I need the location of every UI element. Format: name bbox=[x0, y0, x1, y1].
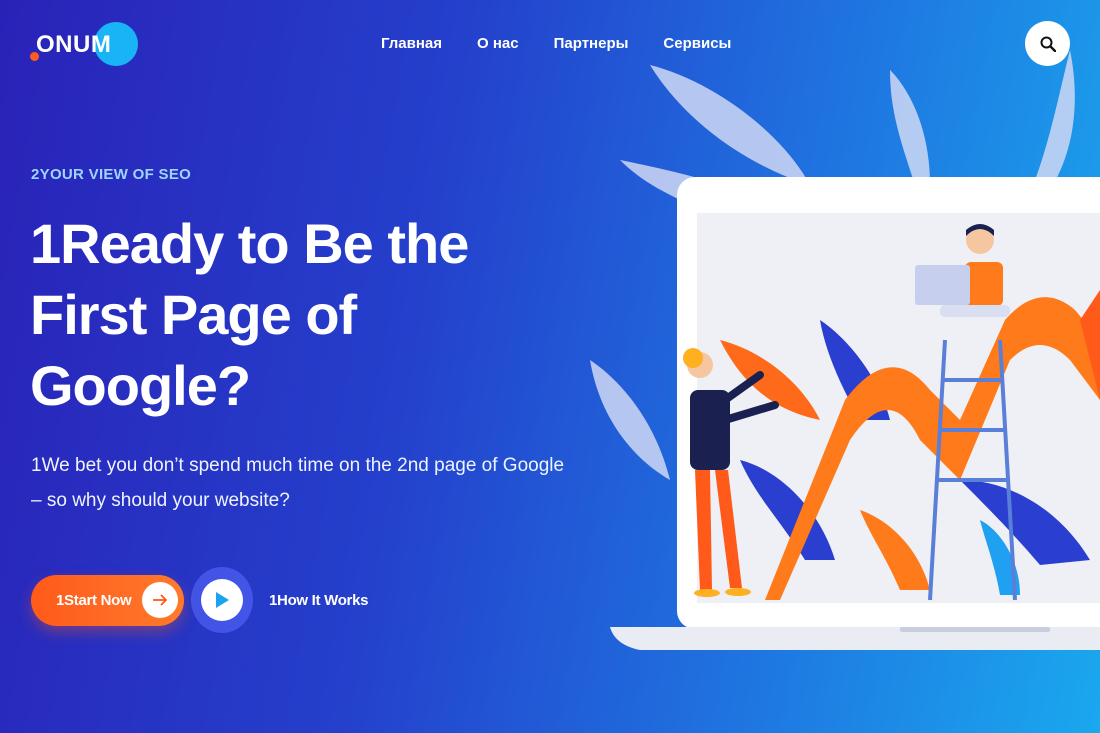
brand-name: ONUM bbox=[36, 31, 112, 58]
subtitle-line-1: 1We bet you don’t spend much time on the… bbox=[31, 455, 565, 476]
nav-item-home[interactable]: Главная bbox=[381, 35, 442, 52]
nav-item-about[interactable]: О нас bbox=[477, 35, 519, 52]
hero-headline: 1Ready to Be the First Page of Google? bbox=[30, 208, 550, 421]
start-now-label: 1Start Now bbox=[56, 592, 132, 609]
subtitle-line-2: – so why should your website? bbox=[31, 490, 290, 511]
hero-subtitle: 1We bet you don’t spend much time on the… bbox=[31, 448, 591, 518]
laptop-hinge bbox=[900, 627, 1050, 632]
hero-illustration bbox=[590, 50, 1100, 650]
arrow-right-icon bbox=[142, 582, 178, 618]
play-button-inner bbox=[201, 579, 243, 621]
start-now-button[interactable]: 1Start Now bbox=[31, 575, 184, 626]
how-it-works-link[interactable]: 1How It Works bbox=[269, 592, 368, 609]
brand-logo[interactable]: ONUM bbox=[30, 22, 140, 68]
headline-line-1: 1Ready to Be the bbox=[30, 212, 469, 275]
hero-eyebrow: 2YOUR VIEW OF SEO bbox=[31, 166, 192, 183]
headline-line-3: Google? bbox=[30, 354, 251, 417]
headline-line-2: First Page of bbox=[30, 283, 357, 346]
play-video-button[interactable] bbox=[191, 567, 253, 633]
play-icon bbox=[216, 592, 229, 608]
